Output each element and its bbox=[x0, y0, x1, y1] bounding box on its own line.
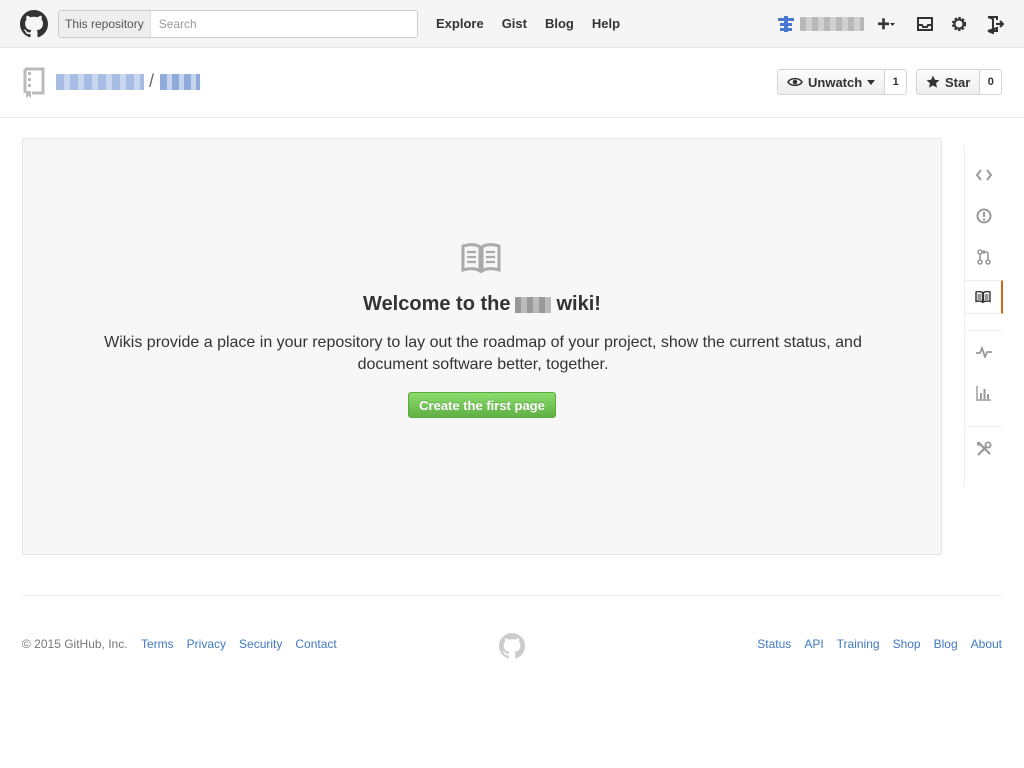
footer-about-link[interactable]: About bbox=[971, 637, 1002, 651]
footer-links-right: Status API Training Shop Blog About bbox=[757, 637, 1002, 651]
star-icon bbox=[926, 75, 940, 88]
repo-side-nav bbox=[964, 146, 1003, 486]
footer-divider bbox=[22, 595, 1002, 596]
issues-icon bbox=[976, 208, 992, 224]
create-new-icon[interactable] bbox=[876, 14, 896, 34]
wiki-title-prefix: Welcome to the bbox=[363, 293, 511, 315]
wiki-blankslate: Welcome to the wiki! Wikis provide a pla… bbox=[22, 138, 942, 555]
sidenav-divider-2 bbox=[965, 426, 1003, 427]
star-label: Star bbox=[945, 74, 971, 90]
unwatch-label: Unwatch bbox=[808, 74, 863, 90]
username-redacted bbox=[800, 17, 864, 31]
copyright: © 2015 GitHub, Inc. bbox=[22, 637, 128, 651]
footer-terms-link[interactable]: Terms bbox=[141, 637, 174, 651]
wiki-welcome-heading: Welcome to the wiki! bbox=[23, 293, 941, 316]
watch-button-group: Unwatch 1 bbox=[777, 69, 908, 95]
footer-training-link[interactable]: Training bbox=[837, 637, 880, 651]
site-footer: © 2015 GitHub, Inc. Terms Privacy Securi… bbox=[22, 633, 1002, 659]
repo-name-link-redacted[interactable] bbox=[160, 74, 200, 90]
github-mark-icon[interactable] bbox=[499, 633, 525, 659]
site-header: This repository Explore Gist Blog Help bbox=[0, 0, 1024, 48]
footer-contact-link[interactable]: Contact bbox=[295, 637, 336, 651]
repo-name-redacted bbox=[515, 296, 552, 313]
pulse-icon bbox=[976, 346, 992, 358]
sidenav-divider bbox=[965, 330, 1003, 331]
footer-privacy-link[interactable]: Privacy bbox=[187, 637, 226, 651]
code-icon bbox=[976, 169, 992, 181]
footer-shop-link[interactable]: Shop bbox=[893, 637, 921, 651]
sidenav-graphs[interactable] bbox=[965, 376, 1003, 410]
sidenav-pull-requests[interactable] bbox=[965, 240, 1003, 274]
search-input[interactable] bbox=[150, 11, 417, 37]
sidenav-wiki[interactable] bbox=[965, 280, 1003, 314]
sidenav-issues[interactable] bbox=[965, 199, 1003, 233]
footer-blog-link[interactable]: Blog bbox=[934, 637, 958, 651]
wiki-icon bbox=[975, 291, 991, 303]
eye-icon bbox=[787, 77, 803, 87]
gear-icon[interactable] bbox=[949, 14, 969, 34]
repo-owner-link-redacted[interactable] bbox=[56, 74, 144, 90]
github-logo-icon[interactable] bbox=[20, 10, 48, 38]
repo-path-separator: / bbox=[149, 71, 155, 91]
nav-explore-link[interactable]: Explore bbox=[436, 16, 484, 31]
avatar bbox=[778, 16, 794, 32]
repo-icon bbox=[23, 67, 45, 98]
sidenav-settings[interactable] bbox=[965, 432, 1003, 466]
stargazers-count[interactable]: 0 bbox=[980, 69, 1003, 95]
wiki-title-suffix: wiki! bbox=[556, 293, 601, 315]
nav-help-link[interactable]: Help bbox=[592, 16, 620, 31]
footer-api-link[interactable]: API bbox=[804, 637, 823, 651]
caret-down-icon bbox=[867, 79, 876, 85]
nav-gist-link[interactable]: Gist bbox=[502, 16, 527, 31]
search-scope-badge: This repository bbox=[59, 11, 151, 37]
unwatch-button[interactable]: Unwatch bbox=[777, 69, 886, 95]
book-icon bbox=[461, 243, 501, 273]
footer-links-left: Terms Privacy Security Contact bbox=[141, 637, 337, 651]
nav-blog-link[interactable]: Blog bbox=[545, 16, 574, 31]
create-first-page-button[interactable]: Create the first page bbox=[408, 392, 556, 418]
sign-out-icon[interactable] bbox=[985, 14, 1005, 34]
pull-requests-icon bbox=[977, 249, 991, 265]
star-button-group: Star 0 bbox=[916, 69, 1003, 95]
star-button[interactable]: Star bbox=[916, 69, 981, 95]
settings-icon bbox=[977, 441, 992, 456]
search-box: This repository bbox=[58, 10, 418, 38]
graphs-icon bbox=[976, 386, 991, 401]
header-nav: Explore Gist Blog Help bbox=[436, 16, 620, 31]
repo-header: / Unwatch 1 Star 0 bbox=[0, 49, 1024, 118]
sidenav-pulse[interactable] bbox=[965, 335, 1003, 369]
inbox-icon[interactable] bbox=[915, 14, 935, 34]
footer-security-link[interactable]: Security bbox=[239, 637, 282, 651]
wiki-description: Wikis provide a place in your repository… bbox=[104, 334, 862, 373]
sidenav-code[interactable] bbox=[965, 158, 1003, 192]
user-menu[interactable] bbox=[778, 12, 864, 36]
watchers-count[interactable]: 1 bbox=[885, 69, 908, 95]
footer-status-link[interactable]: Status bbox=[757, 637, 791, 651]
